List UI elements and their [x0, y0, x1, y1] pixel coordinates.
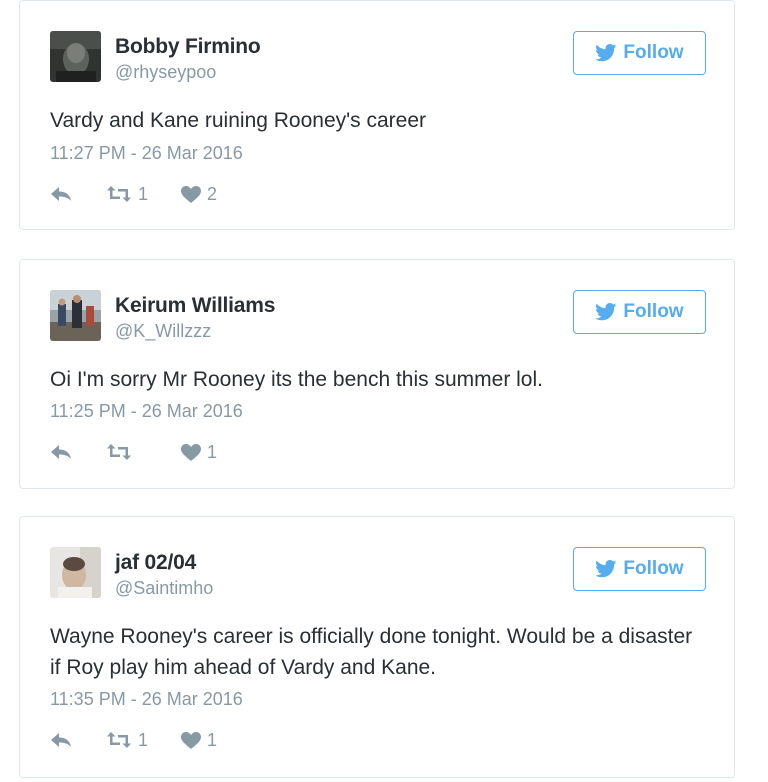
twitter-bird-icon — [595, 303, 617, 321]
tweet-text: Wayne Rooney's career is officially done… — [50, 625, 693, 679]
heart-icon — [181, 185, 201, 203]
follow-button[interactable]: Follow — [573, 290, 706, 334]
retweet-action[interactable]: 1 — [106, 184, 181, 205]
user-handle[interactable]: @rhyseypoo — [115, 62, 216, 83]
like-count: 1 — [207, 729, 218, 750]
heart-icon — [181, 731, 201, 749]
retweet-action[interactable] — [106, 443, 181, 461]
reply-icon — [51, 733, 71, 747]
tweet-actions: 1 — [50, 440, 217, 464]
like-count: 1 — [207, 441, 218, 462]
follow-label: Follow — [623, 301, 684, 322]
retweet-count: 1 — [138, 729, 149, 750]
follow-label: Follow — [623, 42, 684, 63]
user-handle[interactable]: @K_Willzzz — [115, 321, 211, 342]
tweet-card: Keirum Williams @K_Willzzz Follow Oi I'm… — [19, 259, 735, 489]
tweet-text: Oi I'm sorry Mr Rooney its the bench thi… — [50, 368, 543, 391]
reply-action[interactable] — [50, 444, 106, 460]
like-action[interactable]: 1 — [181, 730, 217, 751]
like-action[interactable]: 1 — [181, 442, 217, 463]
like-count: 2 — [207, 183, 218, 204]
retweet-icon — [107, 186, 131, 202]
tweet-card: Bobby Firmino @rhyseypoo Follow Vardy an… — [19, 0, 735, 230]
avatar[interactable] — [50, 290, 101, 341]
tweet-card: jaf 02/04 @Saintimho Follow Wayne Rooney… — [19, 516, 735, 778]
retweet-action[interactable]: 1 — [106, 730, 181, 751]
reply-icon — [51, 187, 71, 201]
user-name[interactable]: jaf 02/04 — [115, 551, 196, 575]
tweet-actions: 1 2 — [50, 182, 217, 206]
twitter-bird-icon — [595, 560, 617, 578]
twitter-bird-icon — [595, 44, 617, 62]
reply-action[interactable] — [50, 186, 106, 202]
follow-button[interactable]: Follow — [573, 547, 706, 591]
reply-icon — [51, 445, 71, 459]
tweet-timestamp[interactable]: 11:27 PM - 26 Mar 2016 — [50, 143, 243, 164]
retweet-count: 1 — [138, 183, 149, 204]
retweet-icon — [107, 444, 131, 460]
user-name[interactable]: Bobby Firmino — [115, 35, 261, 59]
tweet-text: Vardy and Kane ruining Rooney's career — [50, 109, 427, 132]
follow-button[interactable]: Follow — [573, 31, 706, 75]
reply-action[interactable] — [50, 732, 106, 748]
user-name[interactable]: Keirum Williams — [115, 294, 275, 318]
heart-icon — [181, 443, 201, 461]
avatar[interactable] — [50, 31, 101, 82]
tweet-actions: 1 1 — [50, 728, 217, 752]
follow-label: Follow — [623, 558, 684, 579]
tweet-timestamp[interactable]: 11:25 PM - 26 Mar 2016 — [50, 401, 243, 422]
user-handle[interactable]: @Saintimho — [115, 578, 213, 599]
retweet-icon — [107, 732, 131, 748]
avatar[interactable] — [50, 547, 101, 598]
tweet-timestamp[interactable]: 11:35 PM - 26 Mar 2016 — [50, 689, 243, 710]
like-action[interactable]: 2 — [181, 184, 217, 205]
